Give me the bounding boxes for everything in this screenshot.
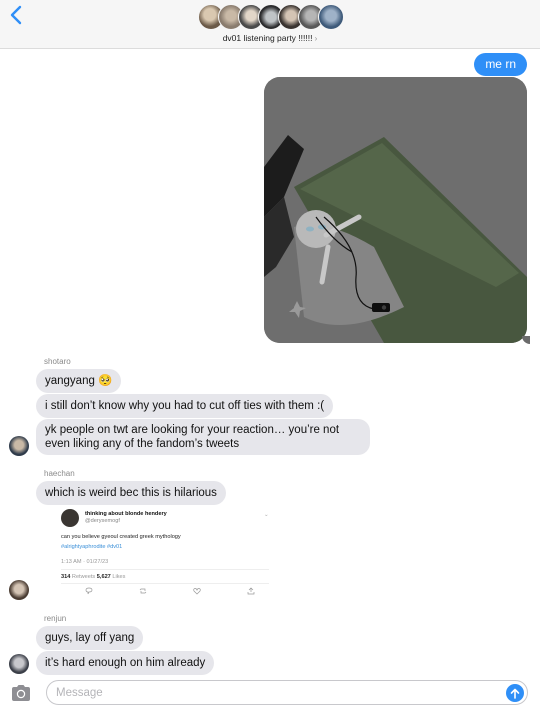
tweet-actions [85,587,255,595]
sender-avatar[interactable] [9,436,29,456]
tweet-avatar [61,509,79,527]
like-count: 5,627 [96,574,111,580]
bubble-tail [522,336,530,344]
retweet-label: Retweets [71,574,96,580]
tweet-stats: 314 Retweets 5,627 Likes [61,574,125,580]
drawing-illustration [264,77,527,343]
chevron-down-icon: ⌄ [264,512,269,518]
received-message-bubble[interactable]: it’s hard enough on him already [36,651,215,675]
received-message-bubble[interactable]: which is weird bec this is hilarious [36,481,226,505]
camera-icon[interactable] [10,682,32,704]
sender-name: shotaro [44,357,71,366]
retweet-count: 314 [61,574,71,580]
received-message-bubble[interactable]: yk people on twt are looking for your re… [36,419,370,455]
received-message-bubble[interactable]: yangyang 🥺 [36,369,122,393]
group-avatars[interactable] [198,4,344,30]
sender-name: haechan [44,469,75,478]
retweet-icon [139,588,147,594]
sender-name: renjun [44,614,67,623]
received-message-bubble[interactable]: i still don’t know why you had to cut of… [36,394,334,418]
group-title[interactable]: dv01 listening party !!!!!! › [0,33,540,43]
tweet-handle: @derysemogf [85,518,120,524]
chevron-left-icon[interactable] [8,4,24,26]
message-input[interactable] [46,680,528,705]
tweet-hashtags: #alrightyaphrodite #dv01 [61,544,123,550]
tweet-date: 1:13 AM · 01/27/23 [61,559,109,565]
share-icon [247,587,255,595]
divider [61,569,269,570]
sender-avatar[interactable] [9,654,29,674]
reply-icon [85,587,93,595]
heart-icon [193,588,201,595]
tweet-screenshot[interactable]: thinking about blonde hendery @derysemog… [55,507,285,599]
send-button[interactable] [506,684,524,702]
received-message-bubble[interactable]: guys, lay off yang [36,626,144,650]
tweet-text: can you believe gyeoul created greek myt… [61,534,181,540]
sender-avatar[interactable] [9,580,29,600]
conversation-header: dv01 listening party !!!!!! › [0,0,540,49]
divider [61,583,269,584]
avatar [318,4,344,30]
group-name: dv01 listening party !!!!!! [222,33,313,43]
arrow-up-icon [510,688,520,699]
sent-image[interactable] [264,77,527,343]
like-label: Likes [112,574,126,580]
sent-message-bubble[interactable]: me rn [474,53,527,76]
chevron-right-icon: › [314,33,318,43]
tweet-display-name: thinking about blonde hendery [85,511,167,517]
